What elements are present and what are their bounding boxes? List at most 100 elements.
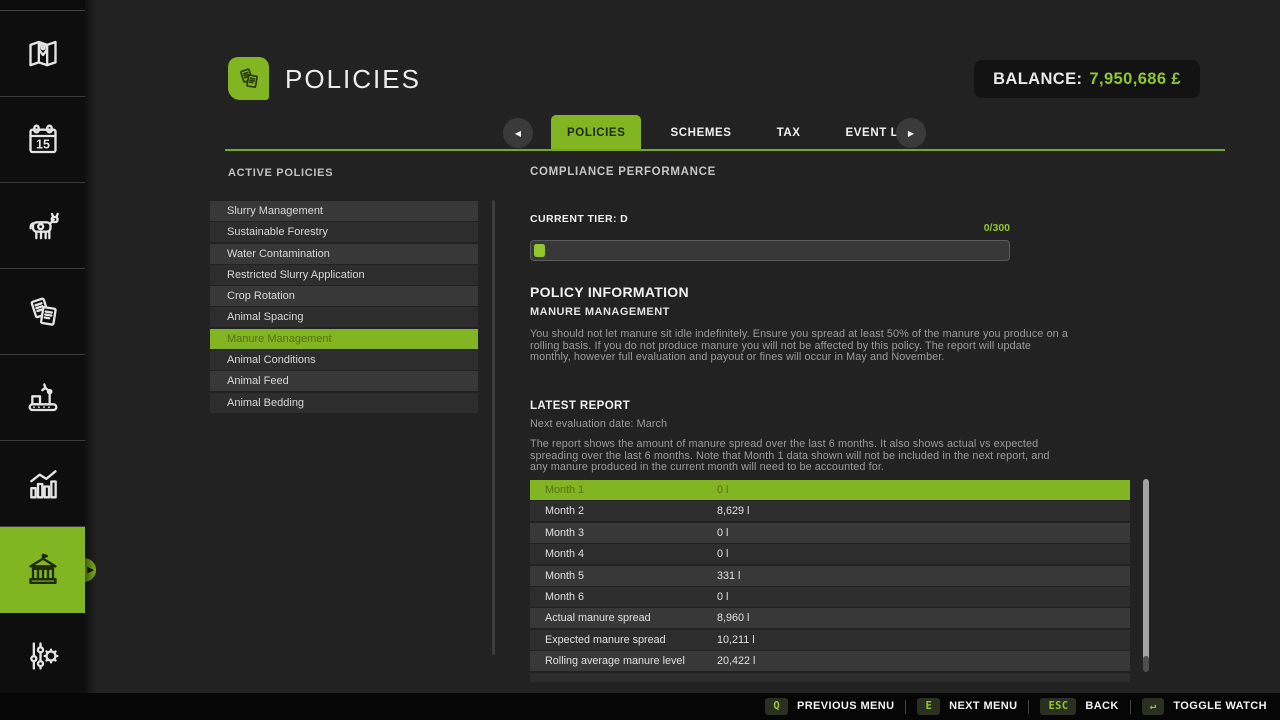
sidebar-item-animals[interactable]	[0, 183, 85, 269]
policy-item-restricted-slurry-application[interactable]: Restricted Slurry Application	[210, 265, 478, 285]
report-row-label: Month 2	[530, 505, 717, 517]
policy-info-description: You should not let manure sit idle indef…	[530, 329, 1068, 364]
compliance-progress-label: 0/300	[530, 222, 1010, 234]
policy-item-animal-spacing[interactable]: Animal Spacing	[210, 307, 478, 327]
policies-screen: 15 ▶ POLICIES BALANCE: 7,950,686 £ ◀ POLI…	[0, 0, 1280, 720]
policy-item-water-contamination[interactable]: Water Contamination	[210, 244, 478, 264]
balance-value: 7,950,686 £	[1089, 70, 1181, 89]
report-row-label: Month 3	[530, 527, 717, 539]
key-badge-back: ESC	[1040, 698, 1076, 716]
tabs-prev-button[interactable]: ◀	[503, 118, 533, 148]
report-row-month-2[interactable]: Month 28,629 l	[530, 501, 1130, 521]
sidebar-item-list: 15 ▶	[0, 11, 85, 699]
tab-policies[interactable]: POLICIES	[551, 115, 641, 150]
policies-page-icon	[228, 57, 269, 100]
active-item-pointer-icon: ▶	[87, 565, 94, 574]
compliance-progress-bar	[530, 240, 1010, 261]
policy-item-slurry-management[interactable]: Slurry Management	[210, 201, 478, 221]
sidebar-item-finances[interactable]: ▶	[0, 527, 85, 613]
report-row-expected-manure-spread[interactable]: Expected manure spread10,211 l	[530, 630, 1130, 650]
tuning-icon	[23, 636, 63, 676]
latest-report-title: LATEST REPORT	[530, 400, 630, 412]
tab-schemes[interactable]: SCHEMES	[654, 115, 747, 150]
report-row-value: 10,211 l	[717, 634, 755, 646]
hint-divider	[1130, 700, 1131, 714]
svg-text:15: 15	[36, 137, 50, 151]
report-row-month-1[interactable]: Month 10 l	[530, 480, 1130, 500]
next-evaluation-date: Next evaluation date: March	[530, 419, 667, 431]
documents-icon	[23, 292, 63, 332]
report-row-label: Month 6	[530, 591, 717, 603]
hint-divider	[1028, 700, 1029, 714]
report-description: The report shows the amount of manure sp…	[530, 439, 1068, 474]
tab-underline	[225, 149, 1225, 151]
key-hints-bar: QPREVIOUS MENUENEXT MENUESCBACK↵TOGGLE W…	[0, 693, 1280, 720]
report-row-clipped[interactable]	[530, 673, 1130, 682]
report-row-value: 20,422 l	[717, 655, 755, 667]
calendar-icon: 15	[23, 120, 63, 160]
hint-toggle-watch: ↵TOGGLE WATCH	[1142, 698, 1267, 716]
report-row-label: Month 1	[530, 484, 717, 496]
hint-next-menu: ENEXT MENU	[917, 698, 1017, 716]
tab-bar: POLICIESSCHEMESTAXEVENT LOG	[551, 115, 946, 150]
bank-icon	[23, 550, 63, 590]
policy-item-crop-rotation[interactable]: Crop Rotation	[210, 286, 478, 306]
report-row-value: 0 l	[717, 484, 728, 496]
report-table-scrollbar[interactable]	[1143, 479, 1149, 671]
production-line-icon	[23, 378, 63, 418]
report-row-label: Expected manure spread	[530, 634, 717, 646]
policies-scrollbar[interactable]	[492, 200, 495, 655]
tab-tax[interactable]: TAX	[761, 115, 817, 150]
report-row-month-3[interactable]: Month 30 l	[530, 523, 1130, 543]
policy-item-animal-conditions[interactable]: Animal Conditions	[210, 350, 478, 370]
sidebar-item-statistics[interactable]	[0, 441, 85, 527]
statistics-icon	[23, 464, 63, 504]
key-badge-previous-menu: Q	[765, 698, 788, 716]
sidebar-shadow	[85, 0, 97, 720]
report-row-value: 0 l	[717, 591, 728, 603]
cow-icon	[23, 206, 63, 246]
sidebar-item-contracts[interactable]	[0, 269, 85, 355]
hint-label: NEXT MENU	[949, 700, 1017, 712]
report-row-value: 8,960 l	[717, 612, 749, 624]
report-row-label: Rolling average manure level	[530, 655, 717, 667]
page-title: POLICIES	[285, 64, 421, 94]
report-row-value: 0 l	[717, 548, 728, 560]
report-row-value: 331 l	[717, 570, 740, 582]
sidebar-item-calendar[interactable]: 15	[0, 97, 85, 183]
sidebar-item-settings[interactable]	[0, 613, 85, 699]
active-policies-list: Slurry ManagementSustainable ForestryWat…	[210, 201, 478, 414]
report-row-actual-manure-spread[interactable]: Actual manure spread8,960 l	[530, 608, 1130, 628]
report-row-label: Month 5	[530, 570, 717, 582]
balance-label: BALANCE:	[993, 70, 1082, 89]
policy-item-manure-management[interactable]: Manure Management	[210, 329, 478, 349]
sidebar: 15 ▶	[0, 0, 85, 720]
balance-badge: BALANCE: 7,950,686 £	[974, 60, 1200, 98]
report-row-rolling-average-manure-level[interactable]: Rolling average manure level20,422 l	[530, 651, 1130, 671]
policy-info-title: POLICY INFORMATION	[530, 284, 689, 300]
report-row-value: 0 l	[717, 527, 728, 539]
report-row-month-4[interactable]: Month 40 l	[530, 544, 1130, 564]
compliance-progress-fill	[534, 244, 545, 257]
key-badge-toggle-watch: ↵	[1142, 698, 1165, 716]
report-row-month-6[interactable]: Month 60 l	[530, 587, 1130, 607]
report-row-label: Month 4	[530, 548, 717, 560]
policy-item-animal-bedding[interactable]: Animal Bedding	[210, 393, 478, 413]
policy-info-subtitle: MANURE MANAGEMENT	[530, 306, 670, 318]
report-row-month-5[interactable]: Month 5331 l	[530, 566, 1130, 586]
documents-icon	[235, 65, 262, 92]
chevron-left-icon: ◀	[515, 129, 521, 138]
hint-label: BACK	[1085, 700, 1118, 712]
compliance-title: COMPLIANCE PERFORMANCE	[530, 166, 716, 178]
map-icon	[23, 34, 63, 74]
active-policies-title: ACTIVE POLICIES	[228, 167, 333, 179]
policy-item-sustainable-forestry[interactable]: Sustainable Forestry	[210, 222, 478, 242]
policy-item-animal-feed[interactable]: Animal Feed	[210, 371, 478, 391]
report-table: Month 10 lMonth 28,629 lMonth 30 lMonth …	[530, 480, 1130, 682]
tabs-next-button[interactable]: ▶	[896, 118, 926, 148]
hint-divider	[905, 700, 906, 714]
hint-back: ESC BACK	[1040, 698, 1118, 716]
sidebar-item-map[interactable]	[0, 11, 85, 97]
sidebar-item-partial[interactable]	[0, 0, 85, 11]
sidebar-item-production[interactable]	[0, 355, 85, 441]
